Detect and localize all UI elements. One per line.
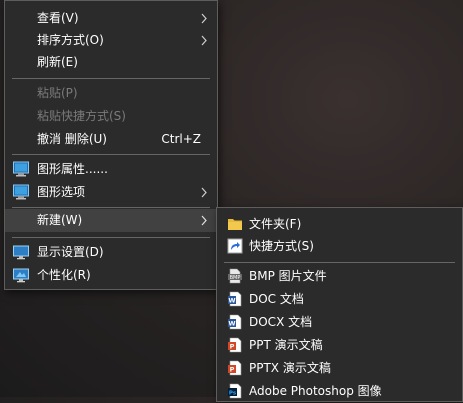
photoshop-icon-text: Ps: [229, 391, 237, 397]
submenu-item-bmp-label: BMP 图片文件: [249, 269, 327, 283]
submenu-item-folder[interactable]: 文件夹(F): [217, 213, 462, 236]
menu-separator: [12, 78, 210, 79]
powerpoint-icon: P: [228, 337, 242, 353]
menu-item-refresh-label: 刷新(E): [37, 55, 78, 69]
doc-icon-text: W: [228, 297, 235, 305]
submenu-item-bmp[interactable]: BMP BMP 图片文件: [217, 265, 462, 288]
menu-item-view-label: 查看(V): [37, 11, 79, 25]
submenu-item-shortcut[interactable]: 快捷方式(S): [217, 235, 462, 258]
menu-item-paste-shortcut: 粘贴快捷方式(S): [5, 105, 217, 128]
undo-shortcut-text: Ctrl+Z: [161, 132, 201, 146]
chevron-right-icon: [201, 187, 207, 198]
menu-item-sort-by-label: 排序方式(O): [37, 33, 104, 47]
display-settings-icon: [13, 245, 29, 260]
submenu-item-folder-label: 文件夹(F): [249, 217, 302, 231]
menu-item-new-label: 新建(W): [37, 213, 83, 227]
menu-item-view[interactable]: 查看(V): [5, 7, 217, 30]
menu-separator: [12, 237, 210, 238]
menu-item-new[interactable]: 新建(W): [5, 209, 217, 232]
menu-item-personalize-label: 个性化(R): [37, 268, 91, 282]
submenu-item-ppt-label: PPT 演示文稿: [249, 338, 323, 352]
docx-icon-text: W: [228, 320, 235, 328]
bmp-icon-text: BMP: [230, 275, 241, 281]
menu-item-sort-by[interactable]: 排序方式(O): [5, 29, 217, 52]
pptx-icon-text: P: [230, 366, 235, 374]
ppt-icon-text: P: [230, 343, 235, 351]
menu-item-display-settings-label: 显示设置(D): [37, 245, 104, 259]
desktop-context-menu: 查看(V) 排序方式(O) 刷新(E) 粘贴(P) 粘贴快捷方式(S) 撤消 删…: [4, 0, 218, 290]
word-document-icon: W: [228, 314, 242, 330]
menu-item-graphics-properties[interactable]: 图形属性......: [5, 158, 217, 181]
chevron-right-icon: [201, 13, 207, 24]
menu-item-display-settings[interactable]: 显示设置(D): [5, 241, 217, 264]
menu-separator: [12, 207, 210, 208]
menu-separator: [12, 154, 210, 155]
menu-item-refresh[interactable]: 刷新(E): [5, 51, 217, 74]
chevron-right-icon: [201, 215, 207, 226]
menu-item-paste-shortcut-label: 粘贴快捷方式(S): [37, 109, 126, 123]
menu-item-paste: 粘贴(P): [5, 82, 217, 105]
menu-item-personalize[interactable]: 个性化(R): [5, 264, 217, 287]
bmp-file-icon: BMP: [228, 268, 242, 284]
graphics-properties-icon: [13, 161, 29, 177]
submenu-item-pptx[interactable]: P PPTX 演示文稿: [217, 357, 462, 380]
submenu-item-ppt[interactable]: P PPT 演示文稿: [217, 334, 462, 357]
personalize-icon: [13, 268, 29, 283]
new-submenu: 文件夹(F) 快捷方式(S) BMP BMP 图片文件 W DOC 文档 W D…: [216, 207, 463, 402]
graphics-options-icon: [13, 184, 29, 200]
menu-item-paste-label: 粘贴(P): [37, 86, 78, 100]
submenu-item-doc-label: DOC 文档: [249, 292, 304, 306]
submenu-item-shortcut-label: 快捷方式(S): [249, 239, 314, 253]
submenu-item-photoshop-label: Adobe Photoshop 图像: [249, 384, 382, 398]
chevron-right-icon: [201, 35, 207, 46]
menu-item-undo-delete-label: 撤消 删除(U): [37, 132, 107, 146]
menu-item-graphics-properties-label: 图形属性......: [37, 162, 108, 176]
submenu-item-docx-label: DOCX 文档: [249, 315, 313, 329]
powerpoint-icon: P: [228, 360, 242, 376]
submenu-item-docx[interactable]: W DOCX 文档: [217, 311, 462, 334]
submenu-item-doc[interactable]: W DOC 文档: [217, 288, 462, 311]
word-document-icon: W: [228, 291, 242, 307]
folder-icon: [228, 219, 242, 230]
menu-item-undo-delete[interactable]: 撤消 删除(U) Ctrl+Z: [5, 128, 217, 151]
menu-item-graphics-options[interactable]: 图形选项: [5, 181, 217, 204]
menu-item-graphics-options-label: 图形选项: [37, 185, 86, 199]
submenu-item-pptx-label: PPTX 演示文稿: [249, 361, 331, 375]
submenu-item-photoshop[interactable]: Ps Adobe Photoshop 图像: [217, 380, 462, 403]
shortcut-icon: [227, 238, 243, 254]
menu-separator: [224, 262, 455, 263]
